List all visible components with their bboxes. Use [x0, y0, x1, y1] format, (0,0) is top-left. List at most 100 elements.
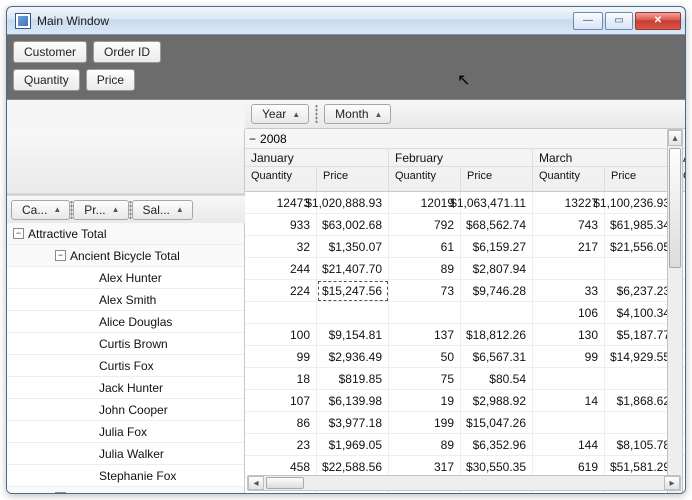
row-label[interactable]: Julia Walker [7, 443, 244, 465]
data-cell[interactable]: $68,562.74 [461, 214, 533, 236]
scroll-left-icon[interactable]: ◂ [248, 476, 264, 490]
data-cell[interactable]: 130 [533, 324, 605, 346]
data-cell[interactable]: $819.85 [317, 368, 389, 390]
data-cell[interactable]: 933 [245, 214, 317, 236]
row-dim-sales[interactable]: Sal... ▲ [132, 200, 193, 220]
data-cell[interactable]: $9,746.28 [461, 280, 533, 302]
data-cell[interactable]: 99 [533, 346, 605, 368]
row-label[interactable]: −Ancient Bicycle Total [7, 245, 244, 267]
month-header[interactable]: January [245, 149, 389, 167]
vertical-scrollbar[interactable]: ▴ ▾ [667, 129, 683, 493]
scroll-right-icon[interactable]: ▸ [664, 476, 680, 490]
data-cell[interactable] [317, 302, 389, 324]
year-group-header[interactable]: − 2008 [245, 129, 685, 149]
row-dim-product[interactable]: Pr... ▲ [73, 200, 128, 220]
minimize-button[interactable]: — [573, 12, 603, 30]
collapse-icon[interactable]: − [55, 250, 66, 261]
row-label[interactable]: Curtis Brown [7, 333, 244, 355]
data-cell[interactable]: 144 [533, 434, 605, 456]
data-cell[interactable]: $2,807.94 [461, 258, 533, 280]
data-cell[interactable]: 99 [245, 346, 317, 368]
filter-quantity[interactable]: Quantity [13, 69, 80, 91]
row-label[interactable]: Julia Fox [7, 421, 244, 443]
collapse-icon[interactable]: − [55, 492, 66, 493]
data-cell[interactable]: 73 [389, 280, 461, 302]
row-label[interactable]: −Astonishing Bicycle Total [7, 487, 244, 493]
filter-order-id[interactable]: Order ID [93, 41, 161, 63]
data-cell[interactable]: $63,002.68 [317, 214, 389, 236]
measure-header[interactable]: Quantity [245, 167, 317, 191]
data-cell[interactable]: 743 [533, 214, 605, 236]
data-cell[interactable]: 32 [245, 236, 317, 258]
scroll-thumb[interactable] [266, 477, 304, 489]
data-cell[interactable]: 19 [389, 390, 461, 412]
collapse-icon[interactable]: − [13, 228, 24, 239]
data-cell[interactable]: 14 [533, 390, 605, 412]
measure-header[interactable]: Quantity [389, 167, 461, 191]
data-cell[interactable]: $6,159.27 [461, 236, 533, 258]
row-label[interactable]: Curtis Fox [7, 355, 244, 377]
horizontal-scrollbar[interactable]: ◂ ▸ [247, 475, 681, 491]
scroll-track[interactable] [264, 476, 664, 490]
data-cell[interactable]: $1,063,471.11 [461, 192, 533, 214]
data-cell[interactable]: $6,567.31 [461, 346, 533, 368]
maximize-button[interactable]: ▭ [605, 12, 633, 30]
measure-header[interactable]: Quantity [533, 167, 605, 191]
data-cell[interactable]: 137 [389, 324, 461, 346]
data-cell[interactable]: 217 [533, 236, 605, 258]
titlebar[interactable]: Main Window — ▭ ✕ [7, 7, 685, 35]
data-cell[interactable]: 792 [389, 214, 461, 236]
measure-header[interactable]: Price [461, 167, 533, 191]
data-cell[interactable]: 89 [389, 258, 461, 280]
data-cell[interactable]: 224 [245, 280, 317, 302]
data-cell[interactable]: $2,988.92 [461, 390, 533, 412]
row-label[interactable]: Alice Douglas [7, 311, 244, 333]
row-label[interactable]: Alex Hunter [7, 267, 244, 289]
data-cell[interactable]: 86 [245, 412, 317, 434]
data-cell[interactable]: $6,139.98 [317, 390, 389, 412]
data-cell[interactable]: $1,350.07 [317, 236, 389, 258]
close-button[interactable]: ✕ [635, 12, 681, 30]
data-cell[interactable]: $1,020,888.93 [317, 192, 389, 214]
row-label[interactable]: −Attractive Total [7, 223, 244, 245]
data-cell[interactable]: 100 [245, 324, 317, 346]
data-cell[interactable]: 61 [389, 236, 461, 258]
data-cell[interactable]: $15,047.26 [461, 412, 533, 434]
data-cell[interactable]: 18 [245, 368, 317, 390]
data-cell[interactable]: $80.54 [461, 368, 533, 390]
data-cell[interactable]: 106 [533, 302, 605, 324]
data-cell[interactable]: $1,969.05 [317, 434, 389, 456]
month-header[interactable]: February [389, 149, 533, 167]
row-label[interactable]: Alex Smith [7, 289, 244, 311]
data-cell[interactable]: $9,154.81 [317, 324, 389, 346]
row-field-area[interactable] [7, 129, 244, 195]
row-label[interactable]: Stephanie Fox [7, 465, 244, 487]
data-cell[interactable]: 89 [389, 434, 461, 456]
month-header[interactable]: March [533, 149, 677, 167]
data-cell[interactable] [389, 302, 461, 324]
data-cell[interactable]: 33 [533, 280, 605, 302]
measure-header[interactable]: Price [317, 167, 389, 191]
column-field-area[interactable]: Year ▲ Month ▲ [245, 100, 685, 129]
filter-customer[interactable]: Customer [13, 41, 87, 63]
scroll-up-icon[interactable]: ▴ [668, 130, 682, 146]
data-cell[interactable] [245, 302, 317, 324]
row-dim-category[interactable]: Ca... ▲ [11, 200, 70, 220]
row-label[interactable]: Jack Hunter [7, 377, 244, 399]
data-cell[interactable] [533, 368, 605, 390]
data-cell[interactable] [533, 258, 605, 280]
data-cell[interactable]: 107 [245, 390, 317, 412]
scroll-track[interactable] [668, 146, 682, 493]
data-cell[interactable]: 199 [389, 412, 461, 434]
data-cell[interactable]: $2,936.49 [317, 346, 389, 368]
scroll-thumb[interactable] [669, 148, 681, 268]
data-cell[interactable]: 23 [245, 434, 317, 456]
data-cell[interactable]: 244 [245, 258, 317, 280]
data-cell[interactable] [461, 302, 533, 324]
data-cell[interactable] [533, 412, 605, 434]
column-dim-year[interactable]: Year ▲ [251, 104, 309, 124]
data-cell[interactable]: 75 [389, 368, 461, 390]
data-cell[interactable]: 50 [389, 346, 461, 368]
row-label[interactable]: John Cooper [7, 399, 244, 421]
data-cell[interactable]: $18,812.26 [461, 324, 533, 346]
